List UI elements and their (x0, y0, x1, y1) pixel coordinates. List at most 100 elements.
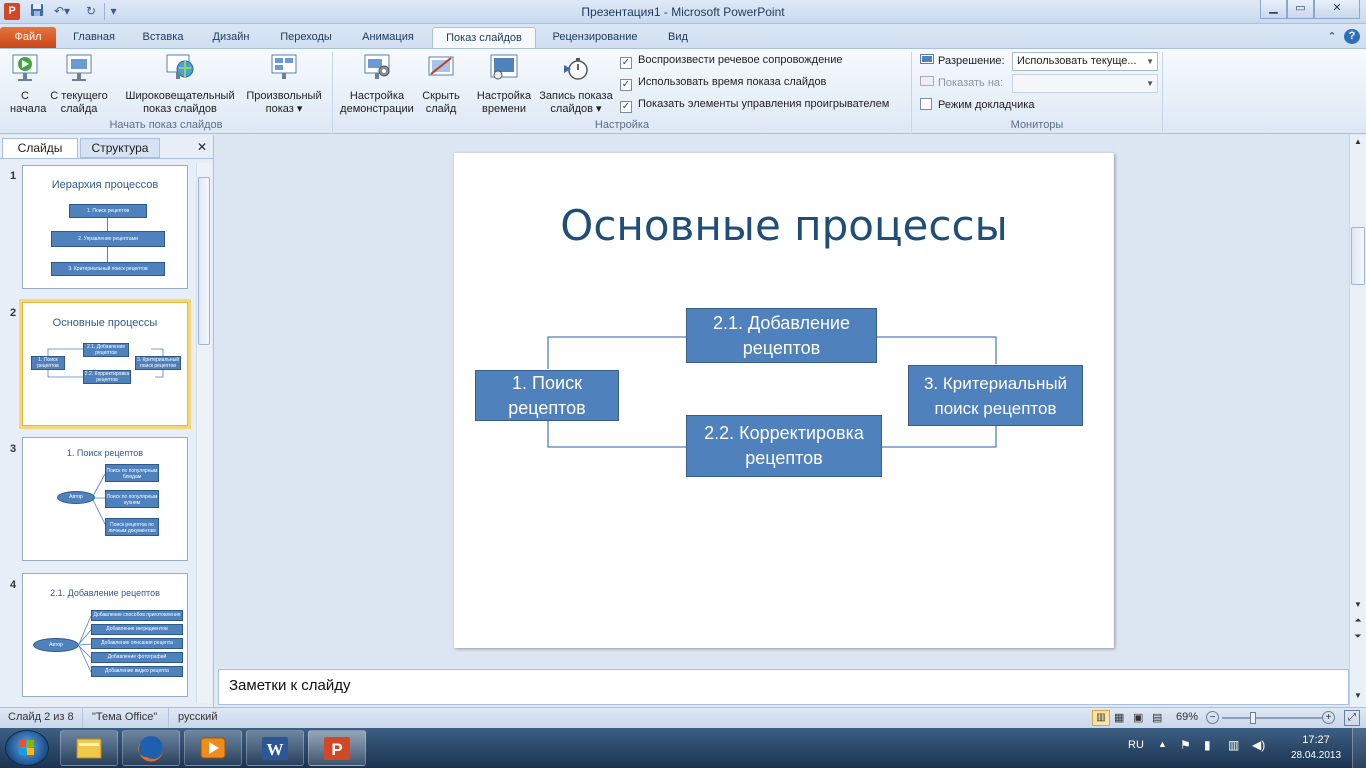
thumbnail-box: Добавление ингредиентов (91, 624, 183, 635)
close-button[interactable]: ✕ (1314, 0, 1360, 19)
language-indicator[interactable]: русский (178, 711, 217, 723)
zoom-in-icon[interactable]: + (1322, 711, 1335, 724)
slide-sorter-icon[interactable]: ▦ (1114, 711, 1124, 724)
taskbar-word[interactable]: W (246, 730, 304, 766)
from-current-slide-button[interactable]: С текущего слайда (48, 53, 110, 116)
taskbar-media-player[interactable] (184, 730, 242, 766)
thumbnail-box: Добавление способов приготовления (91, 610, 183, 621)
show-media-controls-checkbox[interactable]: ✓ Показать элементы управления проигрыват… (620, 98, 889, 113)
notes-placeholder[interactable]: Заметки к слайду (229, 677, 351, 694)
use-timings-label: Использовать время показа слайдов (638, 76, 827, 88)
record-slide-show-button[interactable]: Запись показа слайдов ▾ (536, 53, 616, 116)
clock-date[interactable]: 28.04.2013 (1286, 750, 1346, 761)
volume-icon[interactable]: ◀) (1252, 738, 1265, 752)
pane-scrollbar[interactable] (196, 163, 211, 703)
tab-design[interactable]: Дизайн (200, 27, 262, 48)
zoom-slider-thumb[interactable] (1250, 712, 1256, 724)
tab-outline[interactable]: Структура (80, 138, 160, 158)
help-up-icon[interactable]: ⌃ (1324, 27, 1340, 48)
record-label-2: слайдов ▾ (550, 103, 602, 115)
monitor-icon (920, 76, 934, 86)
close-pane-icon[interactable]: ✕ (194, 138, 210, 158)
hide-slide-button[interactable]: Скрыть слайд (418, 53, 464, 116)
current-slide[interactable]: Основные процессы 1. Поиск рецептов 2.1.… (454, 153, 1114, 648)
normal-view-icon[interactable]: ▥ (1092, 710, 1110, 726)
slide-thumbnail-4[interactable]: 2.1. Добавление рецептов Автор Добавлени… (22, 573, 188, 697)
show-on-text: Показать на: (938, 77, 1004, 89)
svg-text:W: W (267, 740, 284, 759)
tab-view[interactable]: Вид (656, 27, 700, 48)
keyboard-language[interactable]: RU (1128, 739, 1144, 751)
maximize-button[interactable]: ▭ (1287, 0, 1314, 19)
play-narrations-label: Воспроизвести речевое сопровождение (638, 54, 843, 66)
resolution-dropdown[interactable]: Использовать текуще... ▼ (1012, 52, 1158, 71)
show-on-dropdown[interactable]: ▼ (1012, 74, 1158, 93)
start-button[interactable] (5, 730, 49, 766)
slide-thumbnail-3[interactable]: 1. Поиск рецептов Автор Поиск по популяр… (22, 437, 188, 561)
broadcast-slide-show-button[interactable]: Широковещательный показ слайдов (118, 53, 242, 116)
zoom-slider-track[interactable] (1222, 717, 1322, 719)
taskbar-firefox[interactable] (122, 730, 180, 766)
presenter-view-checkbox[interactable]: Режим докладчика (920, 98, 1034, 111)
ribbon-tabs: Файл Главная Вставка Дизайн Переходы Ани… (0, 24, 1366, 48)
power-icon[interactable]: ▮ (1204, 738, 1211, 752)
tab-review[interactable]: Рецензирование (540, 27, 650, 48)
thumbnail-box: 1. Поиск рецептов (31, 356, 65, 370)
custom-slide-show-button[interactable]: Произвольный показ ▾ (242, 53, 326, 116)
rehearse-timings-button[interactable]: Настройка времени (472, 53, 536, 116)
thumbnail-number: 2 (10, 307, 17, 319)
minimize-button[interactable]: ▁ (1260, 0, 1287, 19)
network-icon[interactable]: ▥ (1228, 738, 1239, 752)
tab-home[interactable]: Главная (62, 27, 126, 48)
from-beginning-label: С начала (10, 90, 47, 115)
help-icon[interactable]: ? (1344, 29, 1360, 44)
play-narrations-checkbox[interactable]: ✓ Воспроизвести речевое сопровождение (620, 54, 843, 69)
previous-slide-icon[interactable]: ⏶ (1351, 615, 1365, 629)
process-box-edit[interactable]: 2.2. Корректировка рецептов (686, 415, 882, 477)
process-box-add[interactable]: 2.1. Добавление рецептов (686, 308, 877, 363)
scroll-down-icon[interactable]: ▼ (1351, 600, 1365, 612)
slideshow-view-icon[interactable]: ▤ (1152, 711, 1162, 724)
broadcast-label-1: Широковещательный (125, 90, 235, 102)
connector (107, 218, 108, 231)
thumbnail-box: 3. Критериальный поиск рецептов (135, 356, 181, 370)
tab-insert[interactable]: Вставка (132, 27, 194, 48)
taskbar-explorer[interactable] (60, 730, 118, 766)
hide-slide-label-1: Скрыть (422, 90, 460, 102)
media-player-icon (200, 737, 226, 759)
slide-counter: Слайд 2 из 8 (8, 711, 74, 723)
process-box-criteria[interactable]: 3. Критериальный поиск рецептов (908, 365, 1083, 426)
show-desktop-button[interactable] (1352, 728, 1366, 768)
thumbnail-box: 2.1. Добавление рецептов (83, 343, 129, 357)
scroll-thumb[interactable] (1351, 227, 1365, 285)
use-timings-checkbox[interactable]: ✓ Использовать время показа слайдов (620, 76, 826, 91)
set-up-slide-show-button[interactable]: Настройка демонстрации (336, 53, 418, 116)
fit-to-window-icon[interactable]: ⤢ (1344, 710, 1360, 726)
taskbar-powerpoint[interactable]: P (308, 730, 366, 766)
tab-slides[interactable]: Слайды (2, 138, 78, 158)
slide-scrollbar[interactable]: ▲ ▼ ⏶ ⏷ ▼ (1349, 135, 1366, 707)
tab-slide-show[interactable]: Показ слайдов (432, 27, 536, 48)
from-beginning-button[interactable]: С начала (4, 53, 46, 116)
reading-view-icon[interactable]: ▣ (1133, 711, 1143, 724)
process-box-search[interactable]: 1. Поиск рецептов (475, 370, 619, 421)
show-hidden-icons-icon[interactable]: ▲ (1158, 739, 1167, 749)
zoom-out-icon[interactable]: − (1206, 711, 1219, 724)
group-separator (332, 52, 333, 132)
checkmark-icon: ✓ (620, 57, 632, 69)
theme-name[interactable]: "Тема Office" (92, 711, 157, 723)
zoom-level[interactable]: 69% (1176, 711, 1198, 723)
clock-time[interactable]: 17:27 (1292, 734, 1340, 746)
pane-scroll-thumb[interactable] (198, 177, 210, 345)
slide-thumbnail-1[interactable]: Иерархия процессов 1. Поиск рецептов 2. … (22, 165, 188, 289)
tab-transitions[interactable]: Переходы (270, 27, 342, 48)
notes-scroll-down-icon[interactable]: ▼ (1351, 691, 1365, 703)
scroll-up-icon[interactable]: ▲ (1351, 137, 1365, 149)
show-media-controls-label: Показать элементы управления проигрывате… (638, 98, 890, 110)
notes-pane[interactable]: Заметки к слайду (218, 669, 1349, 705)
action-center-flag-icon[interactable]: ⚑ (1180, 738, 1191, 752)
tab-file[interactable]: Файл (0, 27, 56, 48)
slide-thumbnail-2[interactable]: Основные процессы 1. Поиск рецептов 2.1.… (19, 299, 191, 429)
next-slide-icon[interactable]: ⏷ (1351, 631, 1365, 645)
tab-animations[interactable]: Анимация (350, 27, 426, 48)
